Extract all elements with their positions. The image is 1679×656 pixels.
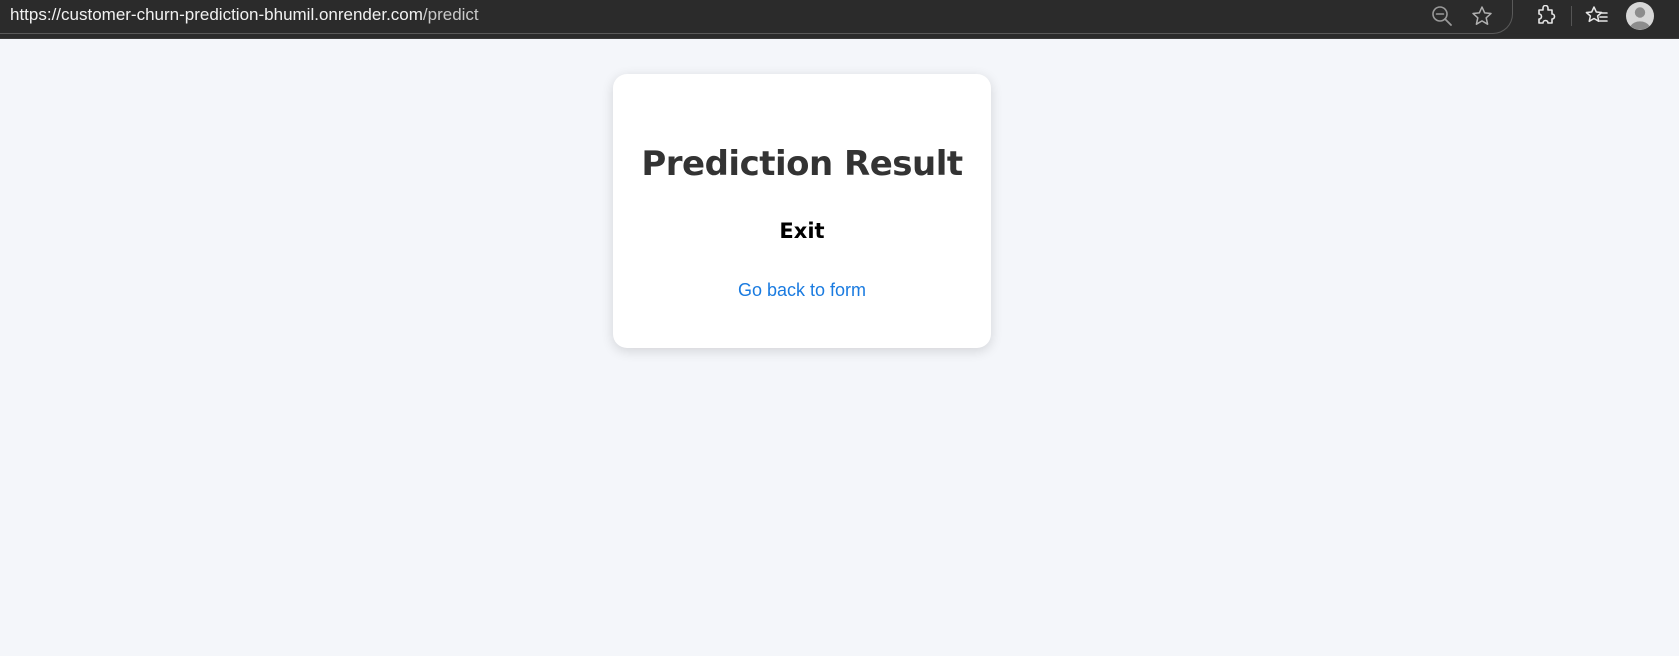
extensions-icon[interactable]	[1534, 4, 1558, 28]
page-title: Prediction Result	[641, 144, 963, 184]
zoom-out-icon[interactable]	[1430, 4, 1454, 28]
favorites-icon[interactable]	[1585, 4, 1609, 28]
go-back-link[interactable]: Go back to form	[613, 279, 991, 301]
address-bar[interactable]: https://customer-churn-prediction-bhumil…	[0, 0, 1513, 34]
profile-icon[interactable]	[1625, 1, 1655, 31]
url-text[interactable]: https://customer-churn-prediction-bhumil…	[10, 3, 479, 27]
star-icon[interactable]	[1470, 4, 1494, 28]
browser-toolbar: https://customer-churn-prediction-bhumil…	[0, 0, 1679, 39]
prediction-result: Exit	[779, 219, 825, 243]
url-host: https://customer-churn-prediction-bhumil…	[10, 5, 423, 24]
toolbar-divider	[1571, 6, 1572, 26]
prediction-card: Prediction Result Exit Go back to form	[613, 74, 991, 348]
url-path: /predict	[422, 5, 479, 24]
